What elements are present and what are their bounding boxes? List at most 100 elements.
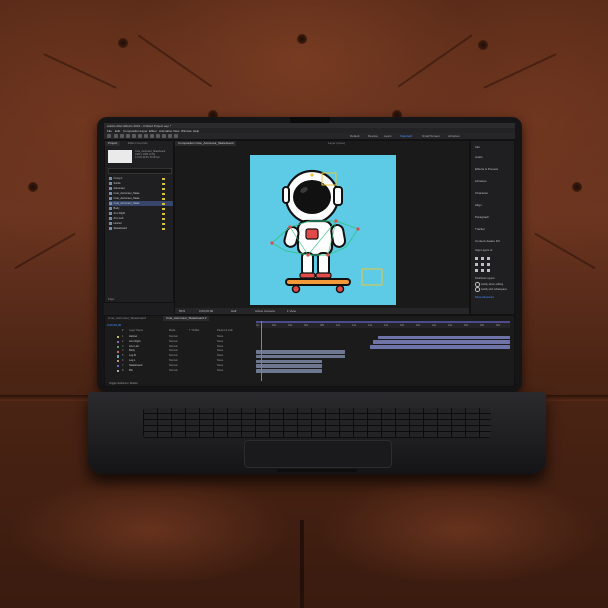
workspace-standard[interactable]: Standard [400, 134, 412, 138]
label-swatch [162, 222, 165, 225]
selection-tool-icon[interactable] [114, 134, 118, 138]
home-icon[interactable] [107, 134, 111, 138]
menu-view[interactable]: View [173, 129, 179, 133]
align-bottom-icon[interactable] [487, 263, 490, 266]
label-swatch[interactable] [117, 340, 120, 344]
composition-icon [109, 202, 112, 205]
label-swatch[interactable] [117, 345, 120, 348]
rotate-tool-icon[interactable] [132, 134, 136, 138]
radio-justify-editing[interactable]: Justify when editing [475, 282, 503, 287]
show-advanced-link[interactable]: Show Advanced [475, 296, 494, 299]
workspace-learn[interactable]: Learn [384, 134, 392, 138]
puppet-tool-icon[interactable] [174, 134, 178, 138]
brush-tool-icon[interactable] [168, 134, 172, 138]
align-center-icon[interactable] [481, 257, 484, 260]
tab-effect-controls[interactable]: Effect Controls [125, 141, 151, 146]
distribute-left-icon[interactable] [475, 269, 478, 272]
label-swatch [162, 187, 165, 190]
label-swatch[interactable] [117, 336, 120, 339]
footage-icon [109, 222, 112, 225]
camera-select[interactable]: Active Camera [255, 309, 275, 313]
tab-timeline-1[interactable]: Cute_Astronaut_Skateboard [105, 316, 149, 321]
shape-tool-icon[interactable] [150, 134, 154, 138]
menu-file[interactable]: File [107, 129, 112, 133]
table-row[interactable]: 8 BG Normal None [107, 369, 255, 374]
current-timecode[interactable]: 0;00;00;00 [199, 309, 213, 313]
list-item[interactable]: Skateboard [109, 226, 173, 231]
folder-icon [109, 182, 112, 185]
bit-depth-label[interactable]: 8 bpc [108, 298, 114, 301]
layer-bar[interactable] [372, 340, 510, 344]
playhead[interactable] [261, 321, 262, 381]
workspace-default[interactable]: Default [350, 134, 360, 138]
project-search-input[interactable] [108, 168, 172, 174]
tab-timeline-2[interactable]: Cute_Astronaut_Skateboard 2 [163, 316, 210, 321]
panel-libraries[interactable]: Libraries [475, 179, 487, 183]
label-swatch [162, 207, 165, 210]
align-layers-label: Align Layers to: [475, 249, 493, 252]
align-top-icon[interactable] [475, 263, 478, 266]
tab-project[interactable]: Project [105, 141, 121, 146]
time-ruler[interactable]: 0s 02s 04s 06s 08s 10s 12s 14s 16s 18s 2… [256, 323, 510, 328]
timeline-timecode[interactable]: 0;00;00;00 [107, 323, 121, 327]
label-swatch[interactable] [117, 369, 120, 372]
type-tool-icon[interactable] [162, 134, 166, 138]
pan-behind-tool-icon[interactable] [144, 134, 148, 138]
radio-button-icon [475, 287, 480, 292]
menu-edit[interactable]: Edit [115, 129, 120, 133]
menu-layer[interactable]: Layer [140, 129, 148, 133]
layer-bar[interactable] [256, 359, 323, 364]
label-swatch[interactable] [117, 360, 120, 363]
align-middle-icon[interactable] [481, 263, 484, 266]
panel-paragraph[interactable]: Paragraph [475, 215, 489, 219]
menu-window[interactable]: Window [181, 129, 192, 133]
panel-info[interactable]: Info [475, 145, 480, 149]
layer-bar[interactable] [370, 345, 510, 349]
zoom-tool-icon[interactable] [126, 134, 130, 138]
align-right-icon[interactable] [487, 257, 490, 260]
label-swatch [162, 192, 165, 195]
distribute-center-icon[interactable] [481, 269, 484, 272]
radio-button-icon [475, 282, 480, 287]
view-layout-select[interactable]: 1 View [287, 309, 296, 313]
distribute-right-icon[interactable] [487, 269, 490, 272]
layer-bar[interactable] [256, 350, 345, 354]
panel-tracker[interactable]: Tracker [475, 227, 485, 231]
menu-animation[interactable]: Animation [159, 129, 172, 133]
tab-composition[interactable]: Composition Cute_Astronaut_Skateboard [175, 141, 237, 146]
panel-content-aware-fill[interactable]: Content-Aware Fill [475, 239, 500, 243]
panel-effects-presets[interactable]: Effects & Presets [475, 167, 498, 171]
footage-icon [109, 217, 112, 220]
label-swatch[interactable] [117, 355, 120, 358]
laptop-base [88, 392, 546, 474]
layer-bar[interactable] [256, 354, 345, 359]
align-left-icon[interactable] [475, 257, 478, 260]
workspace-libraries[interactable]: Libraries [448, 134, 460, 138]
menu-composition[interactable]: Composition [123, 129, 140, 133]
panel-character[interactable]: Character [475, 191, 488, 195]
layer-bar[interactable] [256, 364, 323, 368]
menu-help[interactable]: Help [193, 129, 199, 133]
hand-tool-icon[interactable] [120, 134, 124, 138]
label-swatch[interactable] [117, 364, 120, 368]
label-swatch[interactable] [117, 350, 120, 353]
trackpad [244, 440, 392, 468]
composition-canvas[interactable] [250, 155, 396, 305]
panel-audio[interactable]: Audio [475, 155, 483, 159]
panel-align[interactable]: Align [475, 203, 482, 207]
tab-layer[interactable]: Layer (none) [325, 141, 348, 146]
menu-effect[interactable]: Effect [149, 129, 157, 133]
resolution-select[interactable]: Half [231, 309, 236, 313]
sofa-cushion-split [300, 520, 304, 608]
layer-bar[interactable] [256, 369, 323, 373]
sofa-button [118, 38, 128, 48]
workspace-small-screen[interactable]: Small Screen [422, 134, 440, 138]
sofa-button [297, 34, 307, 44]
zoom-level-select[interactable]: 50% [179, 309, 185, 313]
pen-tool-icon[interactable] [156, 134, 160, 138]
workspace-review[interactable]: Review [368, 134, 378, 138]
camera-tool-icon[interactable] [138, 134, 142, 138]
radio-justify-whitespace[interactable]: Justify with whitespace [475, 287, 507, 292]
layer-bar[interactable] [377, 335, 510, 340]
toggle-switches-modes[interactable]: Toggle Switches / Modes [109, 382, 138, 385]
